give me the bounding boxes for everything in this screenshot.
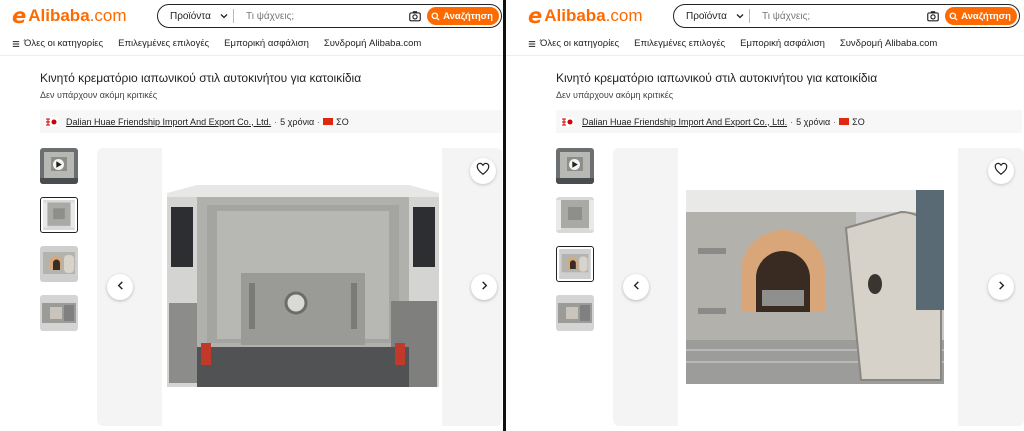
nav-featured-selections[interactable]: Επιλεγμένες επιλογές <box>634 38 725 49</box>
logo-suffix: .com <box>89 6 127 25</box>
browser-pane-left: e Alibaba.com Προϊόντα Αναζήτηση <box>0 0 504 431</box>
nav-trade-assurance[interactable]: Εμπορική ασφάλιση <box>740 38 825 49</box>
header: e Alibaba.com Προϊόντα Αναζήτηση <box>506 0 1024 32</box>
thumbnail-image-chamber[interactable] <box>40 295 78 331</box>
play-icon <box>53 159 64 170</box>
category-nav: Όλες οι κατηγορίες Επιλεγμένες επιλογές … <box>0 32 504 56</box>
search-button-label: Αναζήτηση <box>443 10 493 22</box>
search-bar: Προϊόντα Αναζήτηση <box>157 4 502 28</box>
logo-suffix: .com <box>605 6 643 25</box>
alibaba-logo[interactable]: e Alibaba.com <box>528 4 643 28</box>
nav-trade-assurance[interactable]: Εμπορική ασφάλιση <box>224 38 309 49</box>
nav-featured-selections[interactable]: Επιλεγμένες επιλογές <box>118 38 209 49</box>
nav-membership[interactable]: Συνδρομή Alibaba.com <box>840 38 937 49</box>
heart-icon <box>994 162 1008 181</box>
thumbnail-image-chamber[interactable] <box>556 295 594 331</box>
thumbnail-image-oven[interactable] <box>40 246 78 282</box>
search-button[interactable]: Αναζήτηση <box>427 7 499 25</box>
search-bar: Προϊόντα Αναζήτηση <box>673 4 1020 28</box>
china-flag-icon <box>839 118 850 125</box>
product-photo-oven-door <box>686 190 944 384</box>
search-icon <box>431 11 440 21</box>
favorite-button[interactable] <box>470 158 496 184</box>
nav-label: Όλες οι κατηγορίες <box>24 38 104 49</box>
supplier-country: ΣΟ <box>852 116 865 127</box>
chevron-left-icon <box>631 278 642 296</box>
chevron-left-icon <box>115 278 126 296</box>
china-flag-icon <box>323 118 334 125</box>
reviews-status: Δεν υπάρχουν ακόμη κριτικές <box>40 90 158 100</box>
search-icon <box>949 11 958 21</box>
nav-membership[interactable]: Συνδρομή Alibaba.com <box>324 38 421 49</box>
search-category-label: Προϊόντα <box>170 10 211 22</box>
search-button[interactable]: Αναζήτηση <box>945 7 1017 25</box>
logo-mark: e <box>528 4 543 28</box>
chevron-down-icon <box>735 11 745 21</box>
supplier-years: 5 χρόνια <box>796 116 831 127</box>
thumbnail-image-van[interactable] <box>40 197 78 233</box>
menu-icon <box>528 40 536 48</box>
heart-icon <box>476 162 490 181</box>
supplier-logo <box>44 116 58 127</box>
nav-all-categories[interactable]: Όλες οι κατηγορίες <box>528 38 619 49</box>
supplier-years: 5 χρόνια <box>280 116 315 127</box>
chevron-right-icon <box>996 278 1007 296</box>
image-viewer <box>613 148 1024 426</box>
supplier-logo <box>560 116 574 127</box>
search-button-label: Αναζήτηση <box>961 10 1011 22</box>
next-image-button[interactable] <box>471 274 497 300</box>
chevron-down-icon <box>219 11 229 21</box>
supplier-row: Dalian Huae Friendship Import And Export… <box>556 110 1022 133</box>
nav-label: Όλες οι κατηγορίες <box>540 38 620 49</box>
search-category-label: Προϊόντα <box>686 10 727 22</box>
supplier-name-link[interactable]: Dalian Huae Friendship Import And Export… <box>66 117 271 127</box>
logo-name: Alibaba <box>28 6 90 25</box>
search-category-select[interactable]: Προϊόντα <box>158 5 233 27</box>
next-image-button[interactable] <box>988 274 1014 300</box>
image-viewer <box>97 148 502 426</box>
chevron-right-icon <box>479 278 490 296</box>
alibaba-logo[interactable]: e Alibaba.com <box>12 4 127 28</box>
search-input[interactable] <box>750 5 926 27</box>
logo-name: Alibaba <box>544 6 606 25</box>
menu-icon <box>12 40 20 48</box>
camera-icon[interactable] <box>925 8 941 24</box>
search-category-select[interactable]: Προϊόντα <box>674 5 749 27</box>
thumbnail-image-oven[interactable] <box>556 246 594 282</box>
search-input[interactable] <box>234 5 408 27</box>
thumbnail-video[interactable] <box>556 148 594 184</box>
previous-image-button[interactable] <box>107 274 133 300</box>
favorite-button[interactable] <box>988 158 1014 184</box>
thumbnail-image-van[interactable] <box>556 197 594 233</box>
play-icon <box>569 159 580 170</box>
supplier-name-link[interactable]: Dalian Huae Friendship Import And Export… <box>582 117 787 127</box>
thumbnail-video[interactable] <box>40 148 78 184</box>
logo-mark: e <box>12 4 27 28</box>
product-photo-van-rear <box>167 183 439 387</box>
product-title: Κινητό κρεματόριο ιαπωνικού στιλ αυτοκιν… <box>40 71 362 85</box>
nav-all-categories[interactable]: Όλες οι κατηγορίες <box>12 38 103 49</box>
supplier-row: Dalian Huae Friendship Import And Export… <box>40 110 502 133</box>
header: e Alibaba.com Προϊόντα Αναζήτηση <box>0 0 504 32</box>
thumbnail-list <box>40 148 78 344</box>
reviews-status: Δεν υπάρχουν ακόμη κριτικές <box>556 90 674 100</box>
thumbnail-list <box>556 148 594 344</box>
product-title: Κινητό κρεματόριο ιαπωνικού στιλ αυτοκιν… <box>556 71 878 85</box>
camera-icon[interactable] <box>407 8 423 24</box>
supplier-country: ΣΟ <box>336 116 349 127</box>
category-nav: Όλες οι κατηγορίες Επιλεγμένες επιλογές … <box>506 32 1024 56</box>
previous-image-button[interactable] <box>623 274 649 300</box>
browser-pane-right: e Alibaba.com Προϊόντα Αναζήτηση <box>506 0 1024 431</box>
